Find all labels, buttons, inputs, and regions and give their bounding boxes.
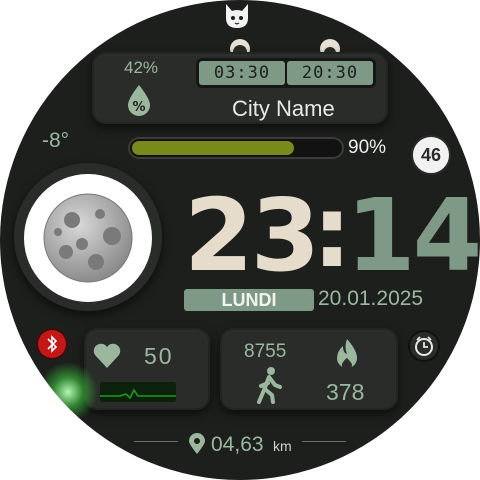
svg-text:%: % (132, 100, 145, 115)
distance-line-left (134, 441, 178, 442)
heart-icon (92, 342, 122, 370)
steps-value: 8755 (244, 341, 287, 362)
distance-line-right (302, 441, 346, 442)
date-value: 20.01.2025 (318, 287, 424, 310)
heart-rate-graph (100, 382, 176, 402)
battery-fill (132, 141, 294, 155)
week-number-badge: 46 (411, 135, 451, 175)
alarm-clock-icon[interactable] (410, 332, 438, 360)
humidity-value: 42% (124, 58, 159, 77)
walking-person-icon (254, 366, 284, 404)
week-number: 46 (420, 145, 442, 165)
water-drop-percent-icon: % (126, 84, 152, 116)
moon-icon[interactable] (42, 192, 134, 284)
green-glow (38, 362, 98, 422)
city-name: City Name (232, 96, 335, 121)
distance-value: 04,63 (211, 433, 264, 456)
sunrise-time: 03:30 (199, 61, 285, 85)
distance-unit: km (273, 438, 292, 454)
battery-bar (128, 137, 344, 159)
hour-digits: 23 (184, 177, 320, 294)
cat-icon (222, 2, 252, 30)
weekday: LUNDI (221, 290, 277, 310)
heart-rate-value: 50 (144, 343, 174, 369)
flame-icon (332, 337, 362, 373)
weekday-badge: LUNDI (184, 289, 314, 311)
sunset-time: 20:30 (287, 61, 373, 85)
calories-value: 378 (326, 379, 365, 405)
bluetooth-icon (38, 330, 66, 358)
battery-label: 90% (348, 137, 387, 158)
temperature-value: -8° (42, 129, 70, 152)
minute-digits: 14 (346, 177, 480, 294)
location-pin-icon (188, 433, 206, 455)
watch-face: 42% % 03:30 20:30 City Name -8° 90% 46 2… (0, 0, 480, 480)
